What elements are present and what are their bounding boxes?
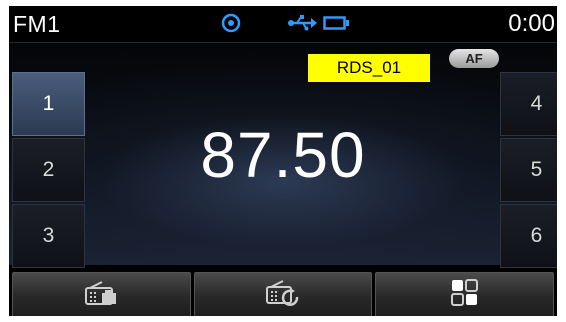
radio-list-button[interactable] [12,272,191,316]
rds-station-name: RDS_01 [308,54,430,82]
clock: 0:00 [508,10,555,37]
usb-icon [287,15,317,36]
menu-button[interactable] [375,272,555,316]
radio-main-panel: RDS_01 AF 1 2 3 4 5 6 87.50 [9,43,557,268]
preset-button-3[interactable]: 3 [12,204,85,268]
head-unit-screen: FM1 0:00 RDS_01 AF 1 2 3 4 5 6 87.50 [9,6,557,316]
preset-button-6[interactable]: 6 [500,204,557,268]
status-bar: FM1 0:00 [9,6,557,43]
frequency-display: 87.50 [200,119,366,191]
battery-icon [323,16,351,35]
target-icon [221,13,241,38]
radio-list-icon [84,280,118,311]
af-button[interactable]: AF [449,49,499,68]
bottom-button-bar [9,272,557,316]
radio-scan-button[interactable] [193,272,373,316]
band-label: FM1 [13,11,61,37]
menu-grid-icon [450,278,480,313]
radio-scan-icon [265,279,301,312]
